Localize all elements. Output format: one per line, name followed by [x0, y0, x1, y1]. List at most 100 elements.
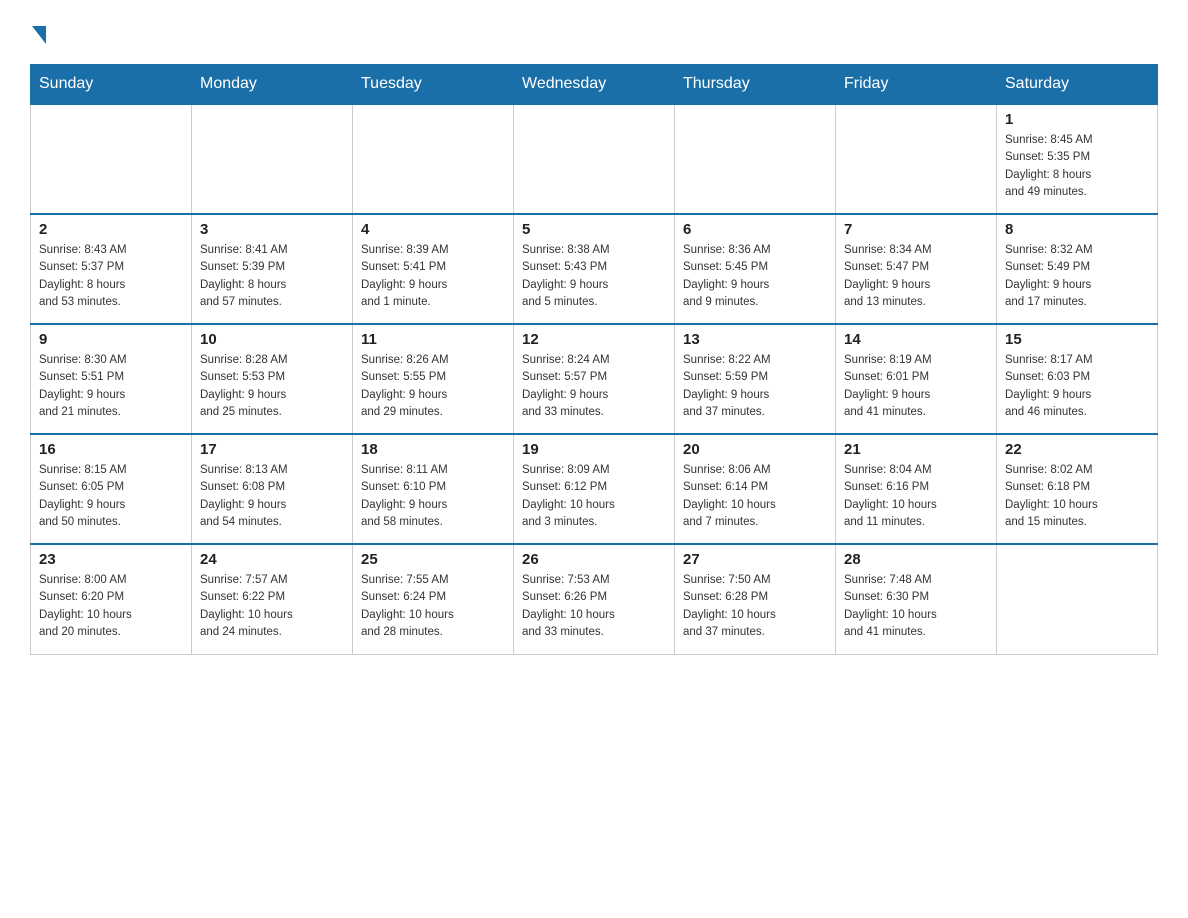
day-info: Sunrise: 8:04 AM Sunset: 6:16 PM Dayligh…: [844, 462, 988, 531]
calendar-cell: [997, 544, 1158, 654]
day-number: 10: [200, 331, 344, 348]
calendar-cell: 28 Sunrise: 7:48 AM Sunset: 6:30 PM Dayli…: [836, 544, 997, 654]
day-info: Sunrise: 8:11 AM Sunset: 6:10 PM Dayligh…: [361, 462, 505, 531]
calendar-cell: 18 Sunrise: 8:11 AM Sunset: 6:10 PM Dayli…: [353, 434, 514, 544]
day-info: Sunrise: 8:22 AM Sunset: 5:59 PM Dayligh…: [683, 352, 827, 421]
calendar-cell: 8Sunrise: 8:32 AM Sunset: 5:49 PM Daylig…: [997, 214, 1158, 324]
calendar-cell: 10 Sunrise: 8:28 AM Sunset: 5:53 PM Dayli…: [192, 324, 353, 434]
day-number: 18: [361, 441, 505, 458]
calendar-cell: [192, 104, 353, 214]
day-info: Sunrise: 8:00 AM Sunset: 6:20 PM Dayligh…: [39, 572, 183, 641]
calendar-cell: 21 Sunrise: 8:04 AM Sunset: 6:16 PM Dayli…: [836, 434, 997, 544]
calendar-cell: 4 Sunrise: 8:39 AM Sunset: 5:41 PM Daylig…: [353, 214, 514, 324]
calendar-week-row: 23 Sunrise: 8:00 AM Sunset: 6:20 PM Dayli…: [31, 544, 1158, 654]
calendar-cell: 6Sunrise: 8:36 AM Sunset: 5:45 PM Daylig…: [675, 214, 836, 324]
day-number: 28: [844, 551, 988, 568]
day-number: 13: [683, 331, 827, 348]
day-info: Sunrise: 8:06 AM Sunset: 6:14 PM Dayligh…: [683, 462, 827, 531]
logo: [30, 20, 46, 44]
day-number: 21: [844, 441, 988, 458]
day-number: 3: [200, 221, 344, 238]
day-info: Sunrise: 7:50 AM Sunset: 6:28 PM Dayligh…: [683, 572, 827, 641]
day-info: Sunrise: 8:38 AM Sunset: 5:43 PM Dayligh…: [522, 242, 666, 311]
day-info: Sunrise: 8:45 AM Sunset: 5:35 PM Dayligh…: [1005, 132, 1149, 201]
day-info: Sunrise: 8:28 AM Sunset: 5:53 PM Dayligh…: [200, 352, 344, 421]
day-number: 7: [844, 221, 988, 238]
calendar-cell: 7Sunrise: 8:34 AM Sunset: 5:47 PM Daylig…: [836, 214, 997, 324]
calendar-cell: 11 Sunrise: 8:26 AM Sunset: 5:55 PM Dayli…: [353, 324, 514, 434]
day-of-week-header: Tuesday: [353, 65, 514, 105]
calendar-cell: 22 Sunrise: 8:02 AM Sunset: 6:18 PM Dayli…: [997, 434, 1158, 544]
calendar-cell: 9 Sunrise: 8:30 AM Sunset: 5:51 PM Daylig…: [31, 324, 192, 434]
calendar-cell: 25 Sunrise: 7:55 AM Sunset: 6:24 PM Dayli…: [353, 544, 514, 654]
calendar-cell: 19 Sunrise: 8:09 AM Sunset: 6:12 PM Dayli…: [514, 434, 675, 544]
day-of-week-header: Wednesday: [514, 65, 675, 105]
calendar-header-row: SundayMondayTuesdayWednesdayThursdayFrid…: [31, 65, 1158, 105]
calendar-cell: 20 Sunrise: 8:06 AM Sunset: 6:14 PM Dayli…: [675, 434, 836, 544]
calendar-cell: 15 Sunrise: 8:17 AM Sunset: 6:03 PM Dayli…: [997, 324, 1158, 434]
day-number: 19: [522, 441, 666, 458]
page-header: [30, 20, 1158, 44]
day-info: Sunrise: 8:19 AM Sunset: 6:01 PM Dayligh…: [844, 352, 988, 421]
calendar-cell: [675, 104, 836, 214]
day-info: Sunrise: 8:43 AM Sunset: 5:37 PM Dayligh…: [39, 242, 183, 311]
day-number: 25: [361, 551, 505, 568]
day-number: 4: [361, 221, 505, 238]
calendar-week-row: 1 Sunrise: 8:45 AM Sunset: 5:35 PM Daylig…: [31, 104, 1158, 214]
calendar-cell: 24 Sunrise: 7:57 AM Sunset: 6:22 PM Dayli…: [192, 544, 353, 654]
day-info: Sunrise: 8:41 AM Sunset: 5:39 PM Dayligh…: [200, 242, 344, 311]
day-info: Sunrise: 8:15 AM Sunset: 6:05 PM Dayligh…: [39, 462, 183, 531]
calendar-cell: [353, 104, 514, 214]
day-info: Sunrise: 8:13 AM Sunset: 6:08 PM Dayligh…: [200, 462, 344, 531]
day-number: 9: [39, 331, 183, 348]
day-number: 22: [1005, 441, 1149, 458]
calendar-cell: 23 Sunrise: 8:00 AM Sunset: 6:20 PM Dayli…: [31, 544, 192, 654]
day-number: 27: [683, 551, 827, 568]
day-info: Sunrise: 7:48 AM Sunset: 6:30 PM Dayligh…: [844, 572, 988, 641]
calendar-table: SundayMondayTuesdayWednesdayThursdayFrid…: [30, 64, 1158, 655]
calendar-cell: [514, 104, 675, 214]
calendar-cell: 17 Sunrise: 8:13 AM Sunset: 6:08 PM Dayli…: [192, 434, 353, 544]
day-info: Sunrise: 8:30 AM Sunset: 5:51 PM Dayligh…: [39, 352, 183, 421]
day-number: 15: [1005, 331, 1149, 348]
day-number: 23: [39, 551, 183, 568]
day-number: 6: [683, 221, 827, 238]
calendar-cell: 14Sunrise: 8:19 AM Sunset: 6:01 PM Dayli…: [836, 324, 997, 434]
day-number: 5: [522, 221, 666, 238]
day-info: Sunrise: 7:57 AM Sunset: 6:22 PM Dayligh…: [200, 572, 344, 641]
day-number: 2: [39, 221, 183, 238]
calendar-cell: 3 Sunrise: 8:41 AM Sunset: 5:39 PM Daylig…: [192, 214, 353, 324]
calendar-cell: 2 Sunrise: 8:43 AM Sunset: 5:37 PM Daylig…: [31, 214, 192, 324]
day-info: Sunrise: 8:26 AM Sunset: 5:55 PM Dayligh…: [361, 352, 505, 421]
calendar-cell: 12Sunrise: 8:24 AM Sunset: 5:57 PM Dayli…: [514, 324, 675, 434]
calendar-cell: [31, 104, 192, 214]
calendar-cell: 27 Sunrise: 7:50 AM Sunset: 6:28 PM Dayli…: [675, 544, 836, 654]
calendar-week-row: 9 Sunrise: 8:30 AM Sunset: 5:51 PM Daylig…: [31, 324, 1158, 434]
day-info: Sunrise: 7:55 AM Sunset: 6:24 PM Dayligh…: [361, 572, 505, 641]
day-number: 17: [200, 441, 344, 458]
day-number: 11: [361, 331, 505, 348]
day-info: Sunrise: 8:24 AM Sunset: 5:57 PM Dayligh…: [522, 352, 666, 421]
day-of-week-header: Saturday: [997, 65, 1158, 105]
calendar-week-row: 16 Sunrise: 8:15 AM Sunset: 6:05 PM Dayli…: [31, 434, 1158, 544]
calendar-cell: 16 Sunrise: 8:15 AM Sunset: 6:05 PM Dayli…: [31, 434, 192, 544]
day-info: Sunrise: 8:32 AM Sunset: 5:49 PM Dayligh…: [1005, 242, 1149, 311]
calendar-week-row: 2 Sunrise: 8:43 AM Sunset: 5:37 PM Daylig…: [31, 214, 1158, 324]
calendar-cell: 26Sunrise: 7:53 AM Sunset: 6:26 PM Dayli…: [514, 544, 675, 654]
day-number: 1: [1005, 111, 1149, 128]
calendar-cell: 13 Sunrise: 8:22 AM Sunset: 5:59 PM Dayli…: [675, 324, 836, 434]
calendar-cell: 5 Sunrise: 8:38 AM Sunset: 5:43 PM Daylig…: [514, 214, 675, 324]
day-number: 20: [683, 441, 827, 458]
day-number: 26: [522, 551, 666, 568]
day-info: Sunrise: 8:09 AM Sunset: 6:12 PM Dayligh…: [522, 462, 666, 531]
day-of-week-header: Friday: [836, 65, 997, 105]
day-number: 16: [39, 441, 183, 458]
calendar-cell: 1 Sunrise: 8:45 AM Sunset: 5:35 PM Daylig…: [997, 104, 1158, 214]
day-info: Sunrise: 8:02 AM Sunset: 6:18 PM Dayligh…: [1005, 462, 1149, 531]
logo-arrow-icon: [32, 26, 46, 44]
day-of-week-header: Sunday: [31, 65, 192, 105]
day-info: Sunrise: 8:17 AM Sunset: 6:03 PM Dayligh…: [1005, 352, 1149, 421]
day-info: Sunrise: 8:39 AM Sunset: 5:41 PM Dayligh…: [361, 242, 505, 311]
day-of-week-header: Monday: [192, 65, 353, 105]
day-number: 24: [200, 551, 344, 568]
